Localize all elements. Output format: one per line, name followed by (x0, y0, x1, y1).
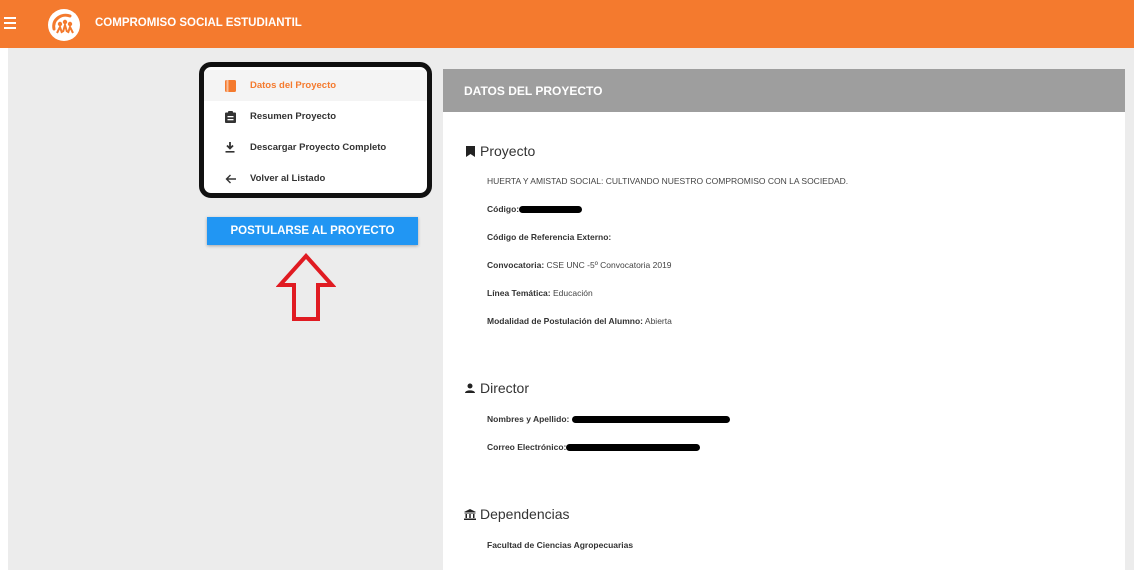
redacted-value (519, 206, 583, 214)
field-dependencia: Facultad de Ciencias Agropecuarias (487, 540, 634, 550)
drawer-edge (0, 48, 8, 570)
menu-item-label: Volver al Listado (250, 173, 326, 184)
redacted-value (566, 444, 701, 452)
section-director-title: Director (463, 380, 529, 396)
clipboard-icon (224, 110, 236, 123)
menu-item-label: Resumen Proyecto (250, 111, 337, 122)
redacted-value (571, 416, 730, 424)
field-convocatoria: Convocatoria: CSE UNC -5º Convocatoria 2… (487, 260, 672, 270)
bookmark-icon (463, 144, 477, 158)
field-nombres-apellido: Nombres y Apellido: (487, 414, 730, 424)
section-dependencias-title: Dependencias (463, 506, 570, 522)
project-name: HUERTA Y AMISTAD SOCIAL: CULTIVANDO NUES… (487, 176, 849, 186)
field-linea-tematica: Línea Temática: Educación (487, 288, 593, 298)
top-app-bar: COMPROMISO SOCIAL ESTUDIANTIL (0, 0, 1134, 48)
postularse-button[interactable]: POSTULARSE AL PROYECTO (207, 217, 418, 245)
project-side-menu: Datos del Proyecto Resumen Proyecto Desc… (199, 62, 432, 198)
app-logo[interactable] (48, 9, 80, 41)
red-up-arrow-annotation (275, 253, 337, 328)
menu-item-label: Descargar Proyecto Completo (250, 142, 387, 153)
app-title: COMPROMISO SOCIAL ESTUDIANTIL (95, 17, 302, 29)
menu-item-datos-proyecto[interactable]: Datos del Proyecto (204, 70, 427, 101)
menu-item-resumen-proyecto[interactable]: Resumen Proyecto (204, 101, 427, 132)
section-proyecto-title: Proyecto (463, 143, 535, 159)
menu-item-descargar-proyecto[interactable]: Descargar Proyecto Completo (204, 132, 427, 163)
institution-icon (463, 507, 477, 521)
menu-item-volver-listado[interactable]: Volver al Listado (204, 163, 427, 193)
panel-header-title: DATOS DEL PROYECTO (443, 69, 1125, 112)
hamburger-menu-icon[interactable] (4, 17, 16, 29)
person-icon (463, 381, 477, 395)
bookmark-icon (224, 79, 236, 92)
field-correo: Correo Electrónico: (487, 442, 701, 452)
field-modalidad: Modalidad de Postulación del Alumno: Abi… (487, 316, 672, 326)
field-codigo: Código: (487, 204, 583, 214)
project-details-panel: DATOS DEL PROYECTO Proyecto HUERTA Y AMI… (443, 69, 1125, 570)
download-icon (224, 142, 236, 154)
arrow-left-icon (224, 173, 236, 185)
menu-item-label: Datos del Proyecto (250, 80, 337, 91)
field-codigo-referencia: Código de Referencia Externo: (487, 232, 612, 242)
